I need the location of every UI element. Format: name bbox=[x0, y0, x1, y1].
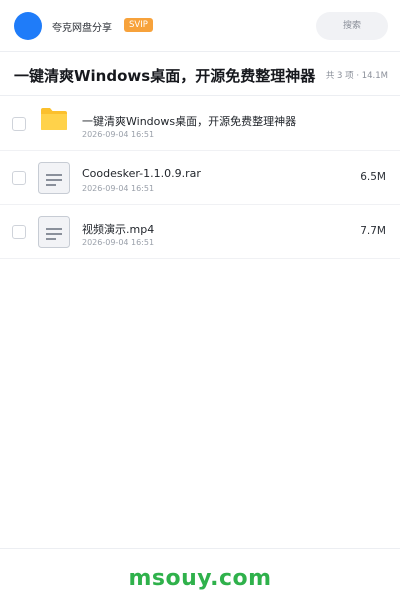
svip-badge: SVIP bbox=[124, 18, 153, 32]
footer: msouy.com bbox=[0, 548, 400, 600]
watermark: msouy.com bbox=[128, 566, 272, 591]
file-date: 2026-09-04 16:51 bbox=[82, 130, 155, 139]
share-title-row: 一键清爽Windows桌面，开源免费整理神器 共 3 项 · 14.1M bbox=[0, 52, 400, 96]
file-name: 一键清爽Windows桌面，开源免费整理神器 bbox=[82, 115, 297, 128]
file-size: 7.7M bbox=[360, 225, 386, 237]
row-checkbox[interactable] bbox=[12, 225, 26, 239]
file-size: 6.5M bbox=[360, 171, 386, 183]
file-row[interactable]: 一键清爽Windows桌面，开源免费整理神器 2026-09-04 16:51 bbox=[0, 97, 400, 151]
share-title: 一键清爽Windows桌面，开源免费整理神器 bbox=[14, 67, 316, 85]
file-date: 2026-09-04 16:51 bbox=[82, 184, 155, 193]
file-row[interactable]: Coodesker-1.1.0.9.rar 2026-09-04 16:51 6… bbox=[0, 151, 400, 205]
share-summary: 共 3 项 · 14.1M bbox=[325, 71, 388, 81]
file-icon bbox=[38, 216, 70, 248]
file-date: 2026-09-04 16:51 bbox=[82, 238, 155, 247]
file-icon bbox=[38, 162, 70, 194]
folder-icon bbox=[41, 108, 67, 130]
file-name: 视频演示.mp4 bbox=[82, 223, 155, 236]
row-checkbox[interactable] bbox=[12, 171, 26, 185]
file-row[interactable]: 视频演示.mp4 2026-09-04 16:51 7.7M bbox=[0, 205, 400, 259]
row-checkbox[interactable] bbox=[12, 117, 26, 131]
file-name: Coodesker-1.1.0.9.rar bbox=[82, 167, 201, 180]
brand-label: 夸克网盘分享 bbox=[52, 23, 112, 34]
search-button[interactable]: 搜索 bbox=[316, 12, 388, 40]
header: 夸克网盘分享 SVIP 搜索 bbox=[0, 0, 400, 52]
avatar[interactable] bbox=[14, 12, 42, 40]
